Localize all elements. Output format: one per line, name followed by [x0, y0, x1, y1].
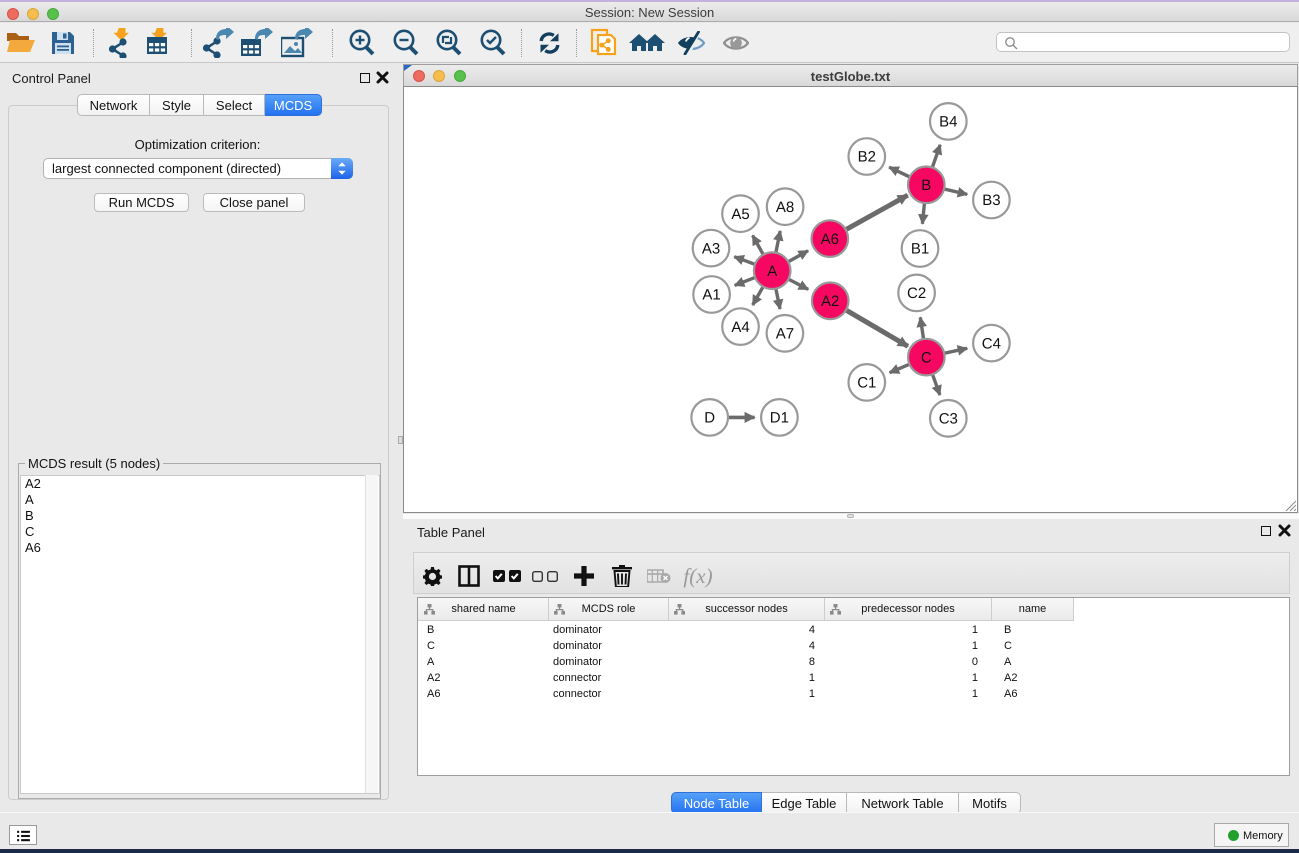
- svg-text:A: A: [767, 263, 777, 280]
- svg-text:B: B: [921, 177, 931, 194]
- svg-text:A5: A5: [731, 206, 749, 223]
- svg-text:D: D: [704, 410, 715, 427]
- svg-text:A3: A3: [702, 240, 720, 257]
- svg-text:A8: A8: [776, 199, 794, 216]
- svg-text:A4: A4: [731, 319, 749, 336]
- svg-text:D1: D1: [770, 410, 789, 427]
- svg-text:C3: C3: [939, 411, 958, 428]
- svg-text:B1: B1: [911, 241, 929, 258]
- svg-text:C4: C4: [982, 335, 1001, 352]
- svg-text:A6: A6: [821, 231, 839, 248]
- svg-text:A2: A2: [821, 293, 839, 310]
- svg-text:B4: B4: [939, 114, 957, 131]
- svg-text:C: C: [921, 349, 932, 366]
- svg-text:B3: B3: [982, 192, 1000, 209]
- svg-text:A7: A7: [776, 326, 794, 343]
- svg-text:A1: A1: [702, 287, 720, 304]
- svg-text:C1: C1: [857, 375, 876, 392]
- svg-text:C2: C2: [907, 285, 926, 302]
- svg-text:B2: B2: [858, 149, 876, 166]
